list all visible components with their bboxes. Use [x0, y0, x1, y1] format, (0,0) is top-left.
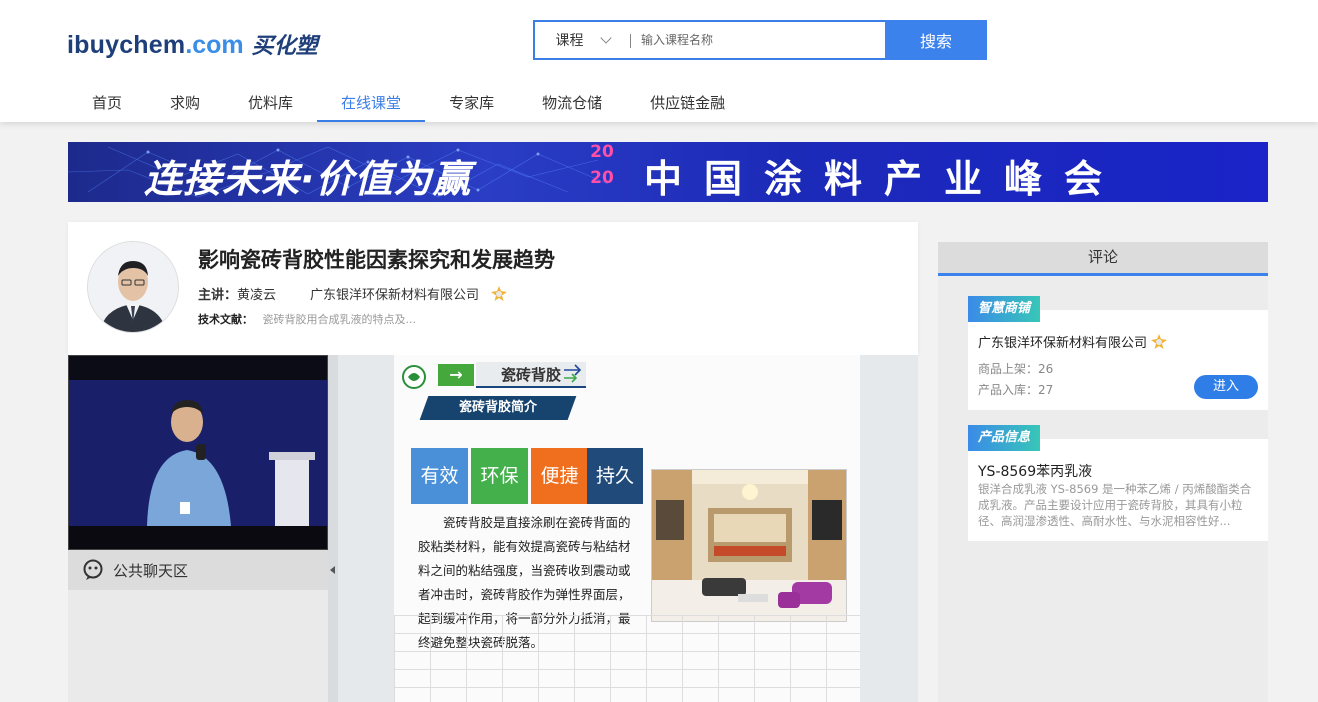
product-info-tag: 产品信息	[968, 425, 1041, 451]
nav-item-purchase[interactable]: 求购	[146, 82, 224, 122]
tech-doc-label: 技术文献：	[198, 313, 253, 326]
lecturer-portrait-image	[88, 242, 178, 332]
certified-badge-icon	[491, 285, 508, 301]
comment-tab[interactable]: 评论	[938, 242, 1268, 276]
search-category-label: 课程	[555, 33, 584, 49]
certified-badge-icon	[1151, 333, 1168, 349]
slide-subheading: 瓷砖背胶简介	[419, 396, 577, 420]
feature-tile: 环保	[471, 448, 528, 504]
nav-item-logistics[interactable]: 物流仓储	[518, 82, 626, 122]
summit-banner[interactable]: 连接未来·价值为赢 20 20 中国涂料产业峰会	[68, 142, 1268, 202]
floor-tile-grid	[394, 615, 860, 702]
smart-store-card: 智慧商铺 广东银洋环保新材料有限公司 商品上架：26 产品入库：27 进入	[968, 296, 1268, 410]
lecturer-label: 主讲：	[198, 288, 238, 303]
presentation-slide: → 瓷砖背胶 瓷砖背胶简介 有效 环保 便捷 持久 瓷砖背胶是直接涂刷在瓷砖背面…	[394, 355, 860, 702]
banner-year-part: 20	[590, 168, 614, 188]
banner-year-part: 20	[590, 142, 614, 162]
logo-cn-text: 买化塑	[251, 34, 318, 59]
lecturer-name[interactable]: 黄凌云	[237, 284, 276, 303]
room-illustration	[652, 470, 846, 621]
store-name[interactable]: 广东银洋环保新材料有限公司	[978, 332, 1147, 351]
enter-store-button[interactable]: 进入	[1194, 375, 1258, 399]
chat-tab-label: 公共聊天区	[113, 561, 189, 580]
course-info-card: 影响瓷砖背胶性能因素探究和发展趋势 主讲： 黄凌云 广东银洋环保新材料有限公司 …	[68, 222, 918, 355]
right-sidebar: 评论 智慧商铺 广东银洋环保新材料有限公司 商品上架：26 产品入库：27 进入…	[938, 242, 1268, 702]
double-arrow-icon	[564, 364, 582, 383]
banner-year: 20 20	[588, 142, 616, 188]
product-name[interactable]: YS-8569苯丙乳液	[978, 461, 1092, 481]
slide-subheading-text: 瓷砖背胶简介	[458, 400, 537, 415]
search-input[interactable]	[631, 22, 885, 58]
smart-store-tag: 智慧商铺	[968, 296, 1041, 322]
main-nav: 首页 求购 优料库 在线课堂 专家库 物流仓储 供应链金融	[68, 82, 749, 122]
collapse-left-arrow-icon[interactable]	[330, 566, 335, 574]
nav-item-materials[interactable]: 优料库	[224, 82, 317, 122]
live-video-player[interactable]	[68, 355, 328, 550]
nav-item-supply-finance[interactable]: 供应链金融	[626, 82, 749, 122]
interior-room-photo	[651, 469, 847, 622]
lecturer-company[interactable]: 广东银洋环保新材料有限公司	[310, 284, 479, 303]
nav-item-home[interactable]: 首页	[68, 82, 146, 122]
search-category-select[interactable]: 课程	[535, 22, 630, 58]
feature-tile: 有效	[411, 448, 468, 504]
lecturer-row: 主讲： 黄凌云 广东银洋环保新材料有限公司	[198, 284, 508, 303]
tech-doc-row: 技术文献： 瓷砖背胶用合成乳液的特点及...	[198, 311, 416, 327]
site-logo[interactable]: ibuychem .com 买化塑	[67, 28, 318, 60]
store-name-row: 广东银洋环保新材料有限公司	[978, 332, 1168, 351]
banner-event-title: 中国涂料产业峰会	[644, 157, 1125, 201]
tech-doc-link[interactable]: 瓷砖背胶用合成乳液的特点及...	[263, 313, 417, 326]
chat-bubble-icon	[83, 559, 103, 580]
nav-item-online-class[interactable]: 在线课堂	[317, 82, 426, 122]
speaker-video-frame	[69, 356, 327, 549]
product-description: 银洋合成乳液 YS-8569 是一种苯乙烯 / 丙烯酸酯类合成乳液。产品主要设计…	[978, 482, 1252, 528]
banner-slogan: 连接未来·价值为赢	[144, 157, 472, 201]
nav-item-experts[interactable]: 专家库	[425, 82, 518, 122]
search-bar: 课程 搜索	[533, 20, 987, 60]
course-title: 影响瓷砖背胶性能因素探究和发展趋势	[198, 248, 555, 272]
logo-domain-text: .com	[185, 31, 244, 59]
store-stocked-count: 产品入库：27	[978, 383, 1054, 397]
green-arrow-icon: →	[438, 364, 474, 386]
lecturer-avatar	[88, 242, 178, 332]
chat-message-area[interactable]	[68, 590, 328, 702]
company-logo-icon	[402, 365, 426, 389]
store-listed-count: 商品上架：26	[978, 362, 1054, 376]
presentation-viewer: → 瓷砖背胶 瓷砖背胶简介 有效 环保 便捷 持久 瓷砖背胶是直接涂刷在瓷砖背面…	[338, 355, 918, 702]
site-header: ibuychem .com 买化塑 课程 搜索 首页 求购 优料库 在线课堂 专…	[0, 0, 1318, 122]
chevron-down-icon	[599, 32, 612, 44]
feature-tile: 持久	[587, 448, 643, 504]
product-info-card[interactable]: 产品信息 YS-8569苯丙乳液 银洋合成乳液 YS-8569 是一种苯乙烯 /…	[968, 425, 1268, 541]
panel-collapse-handle[interactable]	[328, 355, 338, 702]
feature-tile: 便捷	[531, 448, 588, 504]
public-chat-tab[interactable]: 公共聊天区	[68, 550, 328, 590]
search-button[interactable]: 搜索	[885, 20, 987, 60]
logo-main-text: ibuychem	[67, 31, 186, 59]
